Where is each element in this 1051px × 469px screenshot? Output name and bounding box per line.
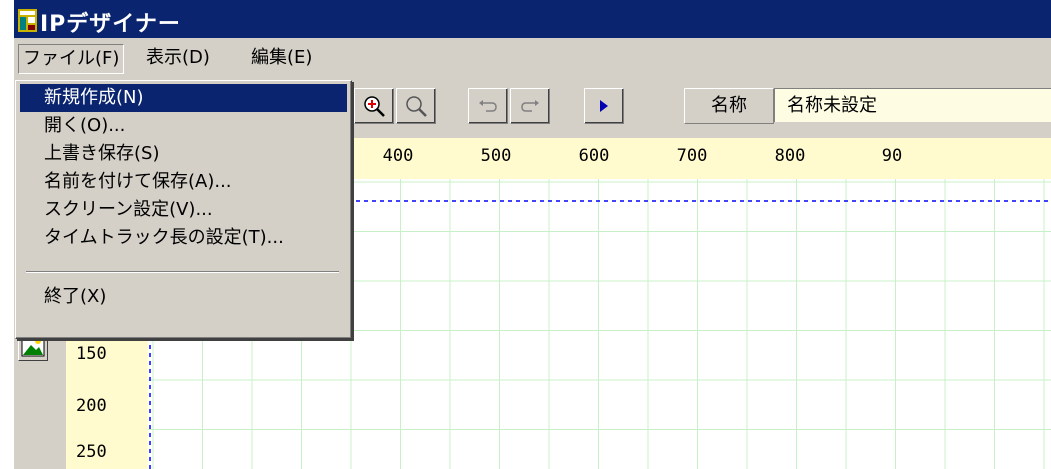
h-ruler-label: 500 xyxy=(480,146,512,166)
v-ruler-label: 200 xyxy=(76,396,107,416)
undo-button[interactable] xyxy=(468,88,508,124)
menu-separator xyxy=(26,271,339,273)
window-title: IPデザイナー xyxy=(40,12,181,37)
v-ruler-label: 150 xyxy=(76,344,107,364)
undo-icon xyxy=(479,100,497,112)
zoom-in-button[interactable] xyxy=(354,88,394,124)
file-menu-dropdown: 新規作成(N) 開く(O)... 上書き保存(S) 名前を付けて保存(A)... スクリ… xyxy=(15,80,352,339)
h-ruler-label: 400 xyxy=(382,146,414,166)
menu-new-item[interactable]: 新規作成(N) xyxy=(20,84,347,112)
menu-file[interactable]: ファイル(F) xyxy=(18,44,125,74)
play-icon xyxy=(600,100,608,112)
app-icon xyxy=(18,9,37,32)
zoom-out-button[interactable] xyxy=(396,88,436,124)
h-ruler-label: 90 xyxy=(881,146,903,166)
menu-view[interactable]: 表示(D) xyxy=(142,44,214,72)
title-bar[interactable]: IPデザイナー xyxy=(14,0,1051,38)
name-label: 名称 xyxy=(684,88,774,124)
menu-screen-settings-item[interactable]: スクリーン設定(V)... xyxy=(20,196,347,224)
zoom-out-icon xyxy=(406,96,427,117)
menu-save-as-item[interactable]: 名前を付けて保存(A)... xyxy=(20,168,347,196)
redo-button[interactable] xyxy=(510,88,550,124)
zoom-in-icon xyxy=(364,96,385,117)
h-ruler-label: 800 xyxy=(774,146,806,166)
menu-timetrack-length-item[interactable]: タイムトラック長の設定(T)... xyxy=(20,224,347,252)
menu-bar: ファイル(F) 表示(D) 編集(E) xyxy=(14,38,1051,76)
redo-icon xyxy=(521,100,539,112)
menu-open-item[interactable]: 開く(O)... xyxy=(20,112,347,140)
menu-exit-item[interactable]: 終了(X) xyxy=(20,283,347,311)
window-edge xyxy=(0,0,14,469)
v-ruler-label: 250 xyxy=(76,442,107,462)
play-button[interactable] xyxy=(584,88,624,124)
h-ruler-label: 600 xyxy=(578,146,610,166)
app-window: IPデザイナー ファイル(F) 表示(D) 編集(E) 名称 名称未設定 400… xyxy=(0,0,1051,469)
name-input[interactable]: 名称未設定 xyxy=(774,88,1051,122)
menu-edit[interactable]: 編集(E) xyxy=(247,44,316,72)
menu-save-item[interactable]: 上書き保存(S) xyxy=(20,140,347,168)
h-ruler-label: 700 xyxy=(676,146,708,166)
